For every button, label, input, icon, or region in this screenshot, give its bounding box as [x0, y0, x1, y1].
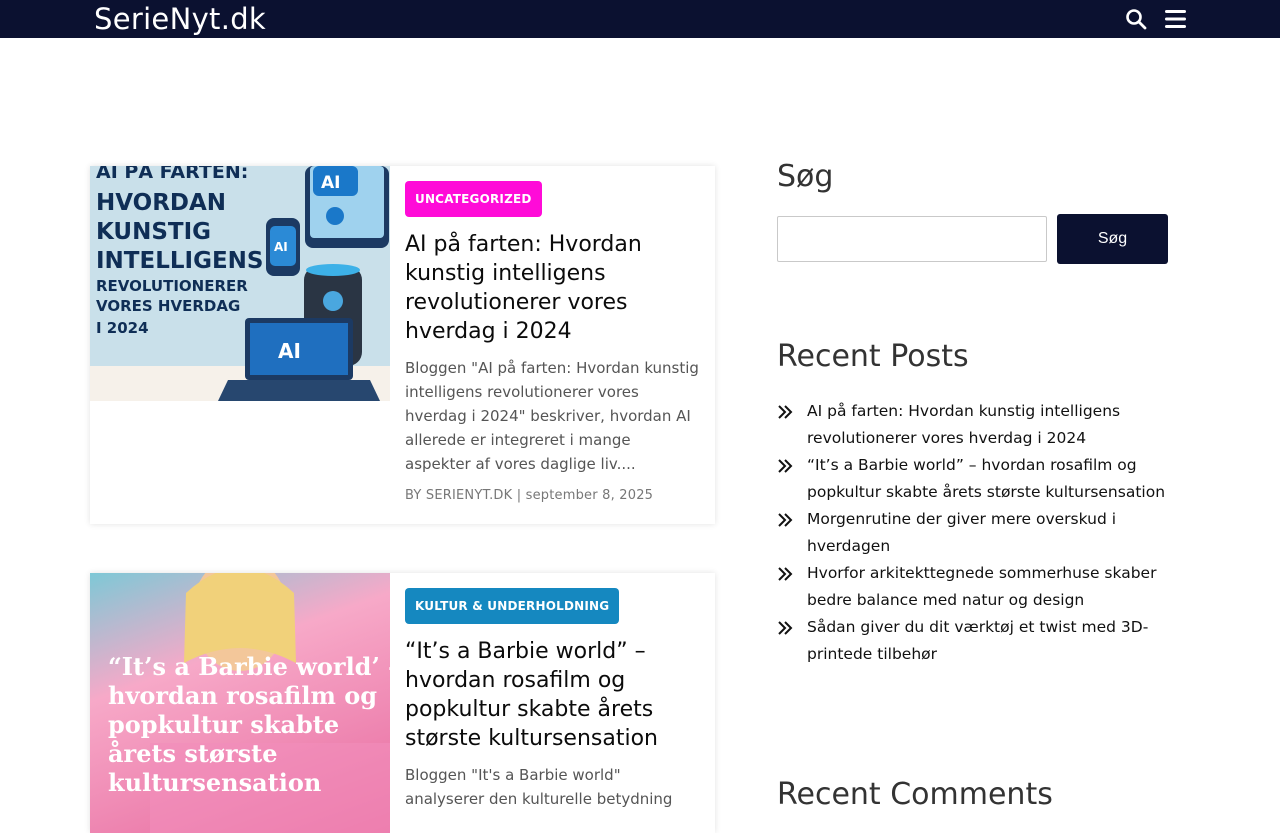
- post-excerpt: Bloggen "AI på farten: Hvordan kunstig i…: [405, 359, 699, 473]
- svg-text:AI: AI: [274, 240, 288, 254]
- hamburger-menu-icon[interactable]: [1163, 7, 1187, 31]
- double-chevron-right-icon: [778, 405, 793, 419]
- post-excerpt: Bloggen "It's a Barbie world" analyserer…: [405, 766, 673, 808]
- post-body: UNCATEGORIZED AI på farten: Hvordan kuns…: [405, 181, 700, 503]
- site-logo[interactable]: SerieNyt.dk: [94, 1, 266, 37]
- svg-text:AI: AI: [321, 173, 340, 193]
- recent-post-item[interactable]: Sådan giver du dit værktøj et twist med …: [777, 614, 1169, 668]
- svg-text:HVORDAN: HVORDAN: [96, 190, 226, 216]
- recent-post-link[interactable]: Sådan giver du dit værktøj et twist med …: [807, 618, 1148, 663]
- recent-post-link[interactable]: Hvorfor arkitekttegnede sommerhuse skabe…: [807, 564, 1156, 609]
- recent-post-item[interactable]: AI på farten: Hvordan kunstig intelligen…: [777, 398, 1169, 452]
- double-chevron-right-icon: [778, 621, 793, 635]
- svg-text:VORES HVERDAG: VORES HVERDAG: [96, 297, 240, 315]
- search-form: Søg: [777, 214, 1169, 264]
- svg-text:I 2024: I 2024: [96, 319, 149, 337]
- double-chevron-right-icon: [778, 513, 793, 527]
- recent-post-link[interactable]: AI på farten: Hvordan kunstig intelligen…: [807, 402, 1120, 447]
- category-badge[interactable]: UNCATEGORIZED: [405, 181, 542, 217]
- recent-post-item[interactable]: Hvorfor arkitekttegnede sommerhuse skabe…: [777, 560, 1169, 614]
- search-widget-title: Søg: [777, 159, 834, 194]
- post-thumbnail[interactable]: AI PÅ FARTEN: HVORDAN KUNSTIG INTELLIGEN…: [90, 166, 390, 401]
- svg-text:AI: AI: [278, 339, 301, 363]
- recent-post-link[interactable]: Morgenrutine der giver mere overskud i h…: [807, 510, 1116, 555]
- recent-posts-title: Recent Posts: [777, 339, 969, 374]
- recent-post-item[interactable]: Morgenrutine der giver mere overskud i h…: [777, 506, 1169, 560]
- post-title[interactable]: “It’s a Barbie world” – hvordan rosafilm…: [405, 637, 700, 753]
- svg-text:popkultur skabte: popkultur skabte: [108, 710, 339, 739]
- post-card: AI PÅ FARTEN: HVORDAN KUNSTIG INTELLIGEN…: [90, 166, 715, 524]
- svg-text:REVOLUTIONERER: REVOLUTIONERER: [96, 277, 248, 295]
- recent-post-link[interactable]: “It’s a Barbie world” – hvordan rosafilm…: [807, 456, 1165, 501]
- search-input[interactable]: [777, 216, 1047, 262]
- search-icon[interactable]: [1124, 7, 1148, 31]
- post-title[interactable]: AI på farten: Hvordan kunstig intelligen…: [405, 230, 700, 346]
- svg-text:hvordan rosafilm og: hvordan rosafilm og: [108, 681, 377, 710]
- search-button[interactable]: Søg: [1057, 214, 1168, 264]
- category-badge[interactable]: KULTUR & UNDERHOLDNING: [405, 588, 620, 624]
- double-chevron-right-icon: [778, 459, 793, 473]
- post-thumbnail[interactable]: “It’s a Barbie world’ – hvordan rosafilm…: [90, 573, 390, 833]
- recent-posts-list: AI på farten: Hvordan kunstig intelligen…: [777, 398, 1169, 668]
- sidebar: Søg Søg Recent Posts AI på farten: Hvord…: [777, 158, 1169, 812]
- svg-text:KUNSTIG: KUNSTIG: [96, 219, 211, 245]
- recent-comments-title: Recent Comments: [777, 777, 1053, 812]
- image-caption: AI PÅ FARTEN:: [96, 166, 248, 183]
- svg-text:kultursensation: kultursensation: [108, 768, 321, 797]
- top-navbar: SerieNyt.dk: [0, 0, 1280, 38]
- post-body: KULTUR & UNDERHOLDNING “It’s a Barbie wo…: [405, 588, 700, 811]
- post-meta: BY SERIENYT.DK | september 8, 2025: [405, 488, 654, 503]
- double-chevron-right-icon: [778, 567, 793, 581]
- svg-text:INTELLIGENS: INTELLIGENS: [96, 248, 263, 274]
- recent-post-item[interactable]: “It’s a Barbie world” – hvordan rosafilm…: [777, 452, 1169, 506]
- post-card: “It’s a Barbie world’ – hvordan rosafilm…: [90, 573, 715, 833]
- image-caption: “It’s a Barbie world’ –: [108, 652, 390, 681]
- svg-text:årets største: årets største: [108, 739, 278, 768]
